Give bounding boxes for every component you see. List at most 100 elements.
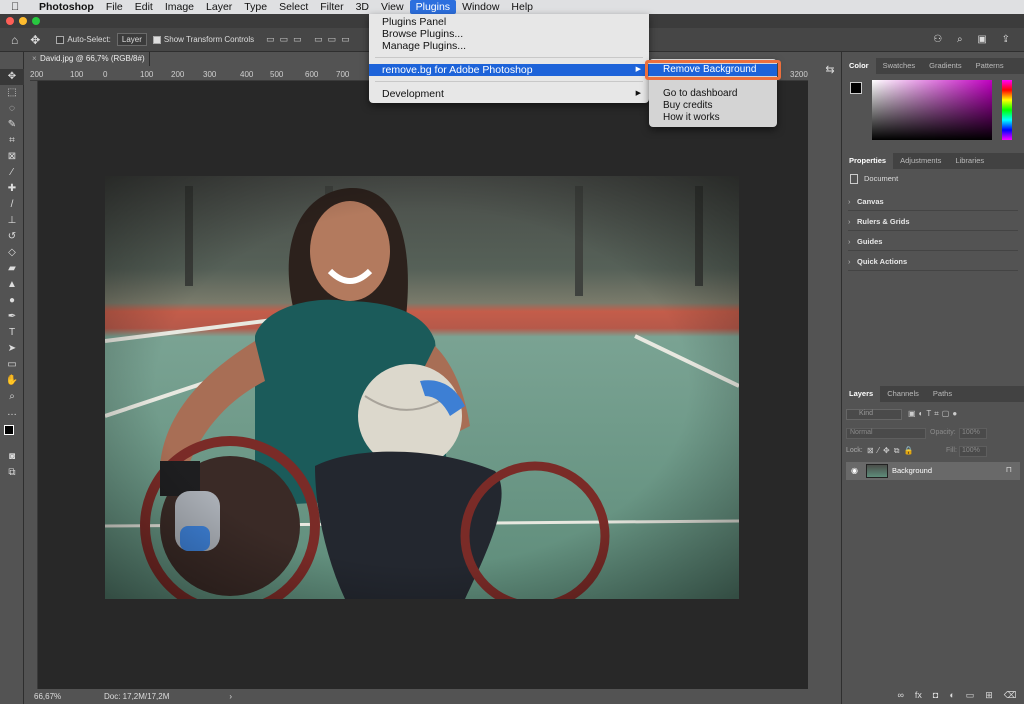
new-layer-icon[interactable]: ⊞ [985,690,993,701]
foreground-color[interactable] [4,425,14,435]
screen-mode-icon[interactable]: ⧉ [0,465,24,481]
filter-icons[interactable]: ▣◐T⌗▢● [908,409,960,419]
home-icon[interactable]: ⌂ [11,33,18,47]
menu-image[interactable]: Image [159,0,200,14]
crop-tool-icon[interactable]: ⌗ [0,133,24,149]
tab-properties[interactable]: Properties [842,153,894,169]
removebg-item[interactable]: remove.bg for Adobe Photoshop ▶ [369,64,649,76]
guides-section[interactable]: › Guides [848,232,1018,251]
plugins-panel-item[interactable]: Plugins Panel [369,16,649,28]
brush-tool-icon[interactable]: / [0,197,24,213]
close-window-icon[interactable] [6,17,14,25]
tab-color[interactable]: Color [842,58,876,74]
trash-icon[interactable]: ⌫ [1004,690,1017,701]
fg-color-swatch[interactable] [850,82,862,94]
blur-tool-icon[interactable]: ▲ [0,277,24,293]
quick-select-tool-icon[interactable]: ✎ [0,117,24,133]
go-to-dashboard-item[interactable]: Go to dashboard [649,88,777,100]
apple-icon[interactable]:  [11,1,25,13]
mask-icon[interactable]: ◘ [933,690,938,701]
doc-size: Doc: 17,2M/17,2M [104,692,170,701]
lasso-tool-icon[interactable]: ◌ [0,101,24,117]
adjustment-layer-icon[interactable]: ◐ [949,690,954,701]
align-icons[interactable]: ▭▭▭ ▭▭▭ [266,34,355,45]
auto-select-target-dropdown[interactable]: Layer [116,33,147,46]
shape-tool-icon[interactable]: ▭ [0,357,24,373]
removebg-label: remove.bg for Adobe Photoshop [382,64,533,76]
tab-channels[interactable]: Channels [880,386,926,402]
color-swatches[interactable] [0,421,23,449]
hue-slider[interactable] [1002,80,1012,140]
rulers-grids-section[interactable]: › Rulers & Grids [848,212,1018,231]
search-icon[interactable]: ⚇ ⌕ ▣ ⇪ [933,34,1016,45]
manage-plugins-item[interactable]: Manage Plugins... [369,40,649,52]
menu-select[interactable]: Select [273,0,314,14]
status-arrow-icon[interactable]: › [229,692,232,701]
development-item[interactable]: Development ▶ [369,88,649,100]
close-tab-icon[interactable]: × [32,52,37,66]
ruler-tick-label: 600 [305,70,319,79]
history-brush-icon[interactable]: ↺ [0,229,24,245]
layer-thumbnail [866,464,888,478]
kind-filter-dropdown[interactable]: Kind [846,409,902,420]
document-tab[interactable]: David.jpg @ 66,7% (RGB/8#) * × [30,52,150,77]
buy-credits-item[interactable]: Buy credits [649,100,777,112]
zoom-level[interactable]: 66,67% [34,692,84,701]
gradient-tool-icon[interactable]: ▰ [0,261,24,277]
stamp-tool-icon[interactable]: ⊥ [0,213,24,229]
menu-filter[interactable]: Filter [314,0,349,14]
menu-layer[interactable]: Layer [200,0,238,14]
tab-paths[interactable]: Paths [926,386,959,402]
eraser-tool-icon[interactable]: ◇ [0,245,24,261]
eyedropper-tool-icon[interactable]: ⁄ [0,165,24,181]
tab-adjustments[interactable]: Adjustments [893,153,948,169]
healing-tool-icon[interactable]: ✚ [0,181,24,197]
menu-view[interactable]: View [375,0,410,14]
new-group-icon[interactable]: ▭ [966,690,975,701]
hand-tool-icon[interactable]: ✋ [0,373,24,389]
frame-tool-icon[interactable]: ⊠ [0,149,24,165]
menu-app[interactable]: Photoshop [33,0,100,14]
how-it-works-item[interactable]: How it works [649,112,777,124]
canvas-section[interactable]: › Canvas [848,192,1018,211]
more-tools-icon[interactable]: … [0,405,24,421]
path-select-tool-icon[interactable]: ➤ [0,341,24,357]
lock-icons[interactable]: ⊠⁄✥⧉🔒 [867,446,917,456]
dodge-tool-icon[interactable]: ● [0,293,24,309]
layer-row-background[interactable]: ◉ Background ⊓ [846,462,1020,480]
browse-plugins-item[interactable]: Browse Plugins... [369,28,649,40]
tab-libraries[interactable]: Libraries [948,153,991,169]
quick-mask-icon[interactable]: ◙ [0,449,24,465]
move-tool-icon[interactable]: ✥ [30,33,40,47]
move-tool-icon[interactable]: ✥ [0,69,24,85]
blend-mode-dropdown[interactable]: Normal [846,428,926,439]
menu-help[interactable]: Help [505,0,539,14]
opacity-field[interactable]: 100% [959,428,987,439]
document-photo[interactable] [105,176,739,599]
pen-tool-icon[interactable]: ✒ [0,309,24,325]
minimize-window-icon[interactable] [19,17,27,25]
menu-plugins[interactable]: Plugins [409,0,457,14]
zoom-window-icon[interactable] [32,17,40,25]
color-picker-field[interactable] [872,80,992,140]
fx-icon[interactable]: fx [915,690,922,701]
auto-select-checkbox[interactable] [56,35,65,44]
menu-type[interactable]: Type [238,0,273,14]
tab-layers[interactable]: Layers [842,386,881,402]
menu-edit[interactable]: Edit [129,0,159,14]
marquee-tool-icon[interactable]: ⬚ [0,85,24,101]
menu-window[interactable]: Window [456,0,505,14]
zoom-tool-icon[interactable]: ⌕ [0,389,24,405]
show-transform-checkbox[interactable] [152,35,161,44]
menu-file[interactable]: File [100,0,129,14]
fill-field[interactable]: 100% [959,446,987,457]
menu-3d[interactable]: 3D [350,0,375,14]
type-tool-icon[interactable]: T [0,325,24,341]
quick-actions-section[interactable]: › Quick Actions [848,252,1018,271]
tab-swatches[interactable]: Swatches [876,58,923,74]
tab-patterns[interactable]: Patterns [969,58,1011,74]
history-panel-icon[interactable]: ⇆ [818,60,842,80]
tab-gradients[interactable]: Gradients [922,58,969,74]
link-layers-icon[interactable]: ∞ [897,690,903,701]
eye-icon[interactable]: ◉ [851,466,858,475]
